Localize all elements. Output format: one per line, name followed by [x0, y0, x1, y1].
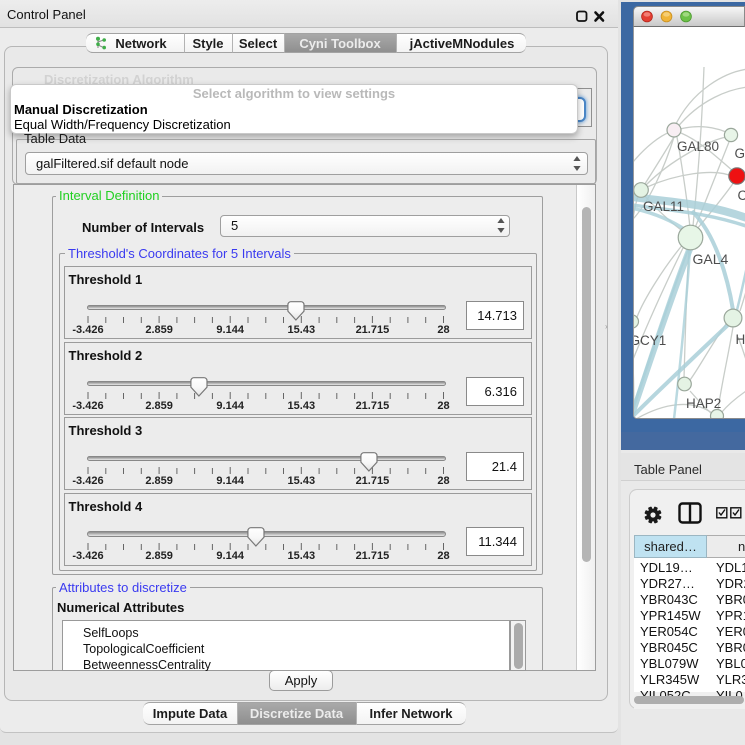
svg-text:GAL11: GAL11: [643, 199, 684, 214]
svg-text:GAL80: GAL80: [677, 139, 719, 154]
svg-text:C: C: [738, 188, 745, 203]
svg-text:HAP2: HAP2: [686, 396, 721, 411]
svg-text:H: H: [736, 332, 745, 347]
svg-text:GCY1: GCY1: [634, 333, 666, 348]
svg-text:GAL4: GAL4: [693, 251, 729, 267]
svg-text:GA: GA: [735, 146, 745, 161]
